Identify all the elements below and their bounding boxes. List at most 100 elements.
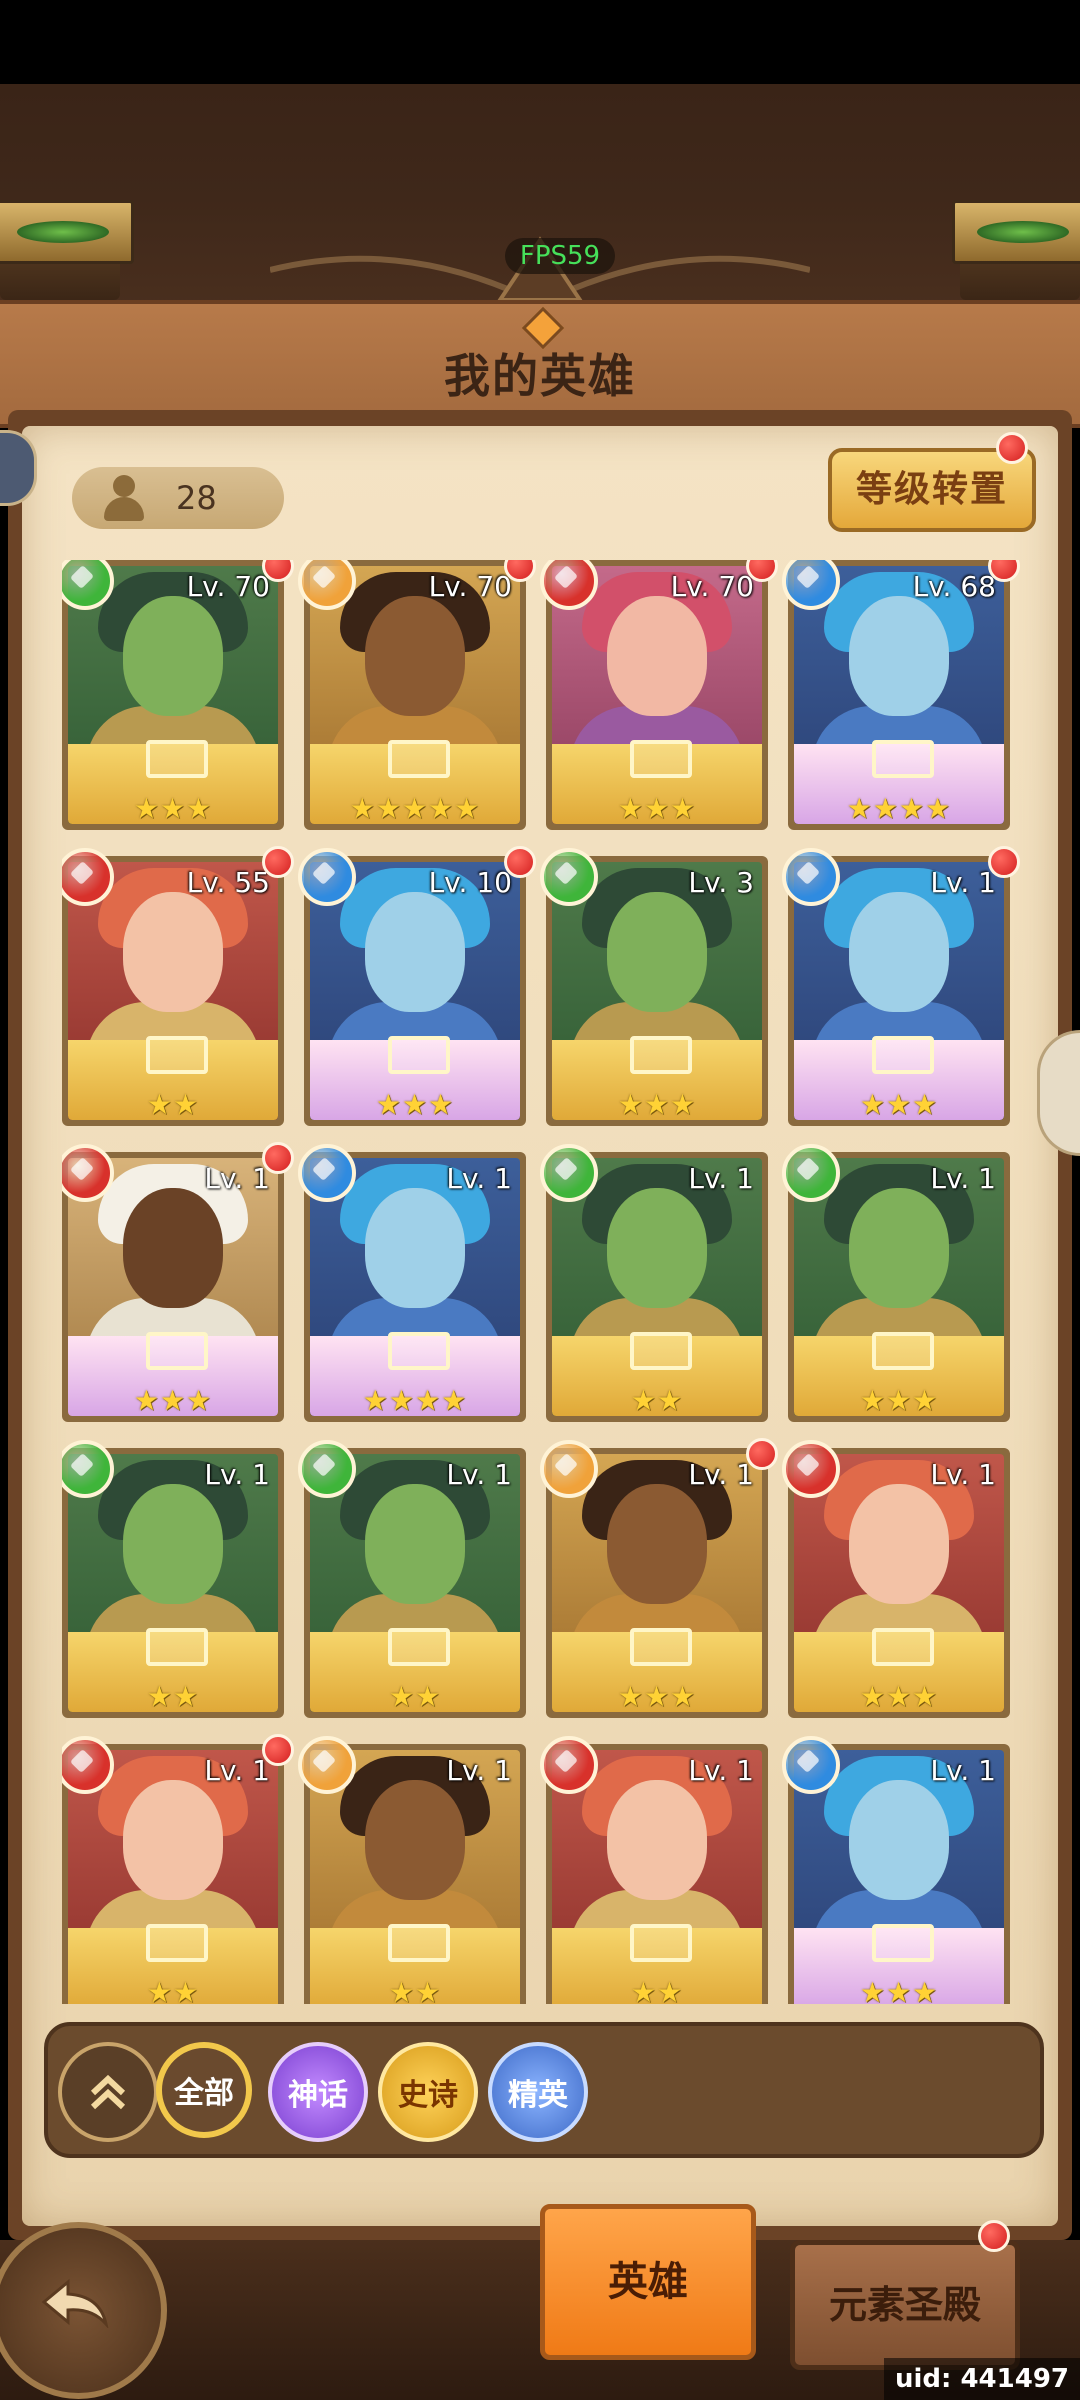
hero-card[interactable]: ★★ Lv. 1: [540, 1736, 768, 2004]
hero-stars: ★★: [630, 1976, 684, 2004]
rarity-emblem-icon: [388, 1924, 450, 1962]
element-glyph: [553, 1452, 579, 1478]
water-element-icon: [782, 1736, 840, 1794]
right-edge-tab[interactable]: [1037, 1030, 1080, 1156]
hero-face: [365, 1484, 465, 1604]
hero-face: [849, 596, 949, 716]
hero-card[interactable]: ★★★ Lv. 1: [62, 1142, 294, 1422]
notification-dot: [262, 1142, 294, 1174]
hero-card[interactable]: ★★★ Lv. 70: [62, 560, 294, 830]
wind-element-icon: [540, 1144, 598, 1202]
rarity-emblem-icon: [388, 740, 450, 778]
filter-mythic-button[interactable]: 神话: [268, 2042, 368, 2142]
hero-level: Lv. 1: [446, 1162, 512, 1195]
hero-level: Lv. 1: [688, 1754, 754, 1787]
hero-level: Lv. 70: [428, 570, 512, 603]
earth-element-icon: [298, 1736, 356, 1794]
hero-level: Lv. 3: [688, 866, 754, 899]
tab-hero[interactable]: 英雄: [540, 2204, 756, 2360]
hero-card[interactable]: ★★ Lv. 1: [62, 1734, 294, 2004]
hero-face: [849, 1484, 949, 1604]
hero-level: Lv. 1: [204, 1162, 270, 1195]
hero-card[interactable]: ★★★ Lv. 1: [782, 1736, 1010, 2004]
element-glyph: [69, 1452, 95, 1478]
hero-level: Lv. 68: [912, 570, 996, 603]
hero-face: [607, 1484, 707, 1604]
hero-card[interactable]: ★★★ Lv. 10: [298, 846, 536, 1126]
hero-face: [365, 1780, 465, 1900]
rarity-emblem-icon: [146, 1332, 208, 1370]
hero-level: Lv. 70: [670, 570, 754, 603]
hero-stars: ★★★: [375, 1088, 455, 1120]
hero-card[interactable]: ★★ Lv. 1: [298, 1440, 526, 1718]
hero-card[interactable]: ★★★ Lv. 1: [782, 846, 1020, 1126]
hero-face: [123, 892, 223, 1012]
element-glyph: [311, 1748, 337, 1774]
wind-element-icon: [298, 1440, 356, 1498]
notification-dot: [262, 846, 294, 878]
element-glyph: [553, 860, 579, 886]
hero-face: [607, 596, 707, 716]
water-element-icon: [298, 1144, 356, 1202]
hero-level: Lv. 1: [688, 1162, 754, 1195]
hero-count-pill: 28: [72, 467, 284, 529]
hero-level: Lv. 1: [688, 1458, 754, 1491]
tab-element-shrine[interactable]: 元素圣殿: [790, 2240, 1020, 2370]
hero-card[interactable]: ★★ Lv. 55: [62, 846, 294, 1126]
hero-level: Lv. 55: [186, 866, 270, 899]
hero-card[interactable]: ★★★ Lv. 3: [540, 848, 768, 1126]
hero-stars: ★★: [388, 1976, 442, 2004]
hero-stars: ★★★: [859, 1976, 939, 2004]
notification-dot: [746, 1438, 778, 1470]
hero-card[interactable]: ★★★ Lv. 1: [782, 1440, 1010, 1718]
hero-face: [849, 1780, 949, 1900]
rarity-emblem-icon: [872, 1628, 934, 1666]
hero-face: [607, 892, 707, 1012]
hero-card[interactable]: ★★★ Lv. 70: [540, 560, 778, 830]
hero-level: Lv. 1: [446, 1458, 512, 1491]
hero-face: [365, 1188, 465, 1308]
hero-stars: ★★★★: [362, 1384, 468, 1416]
hero-stars: ★★★: [859, 1384, 939, 1416]
hero-level: Lv. 1: [930, 1754, 996, 1787]
element-glyph: [69, 1748, 95, 1774]
notification-dot: [988, 846, 1020, 878]
hero-card[interactable]: ★★★ Lv. 1: [540, 1438, 778, 1718]
hero-level: Lv. 1: [930, 1162, 996, 1195]
element-glyph: [69, 860, 95, 886]
element-glyph: [795, 860, 821, 886]
collapse-button[interactable]: [58, 2042, 158, 2142]
filter-all-button[interactable]: 全部: [156, 2042, 252, 2138]
rarity-emblem-icon: [388, 1332, 450, 1370]
hero-stars: ★★★: [859, 1680, 939, 1712]
hero-card[interactable]: ★★ Lv. 1: [62, 1440, 284, 1718]
rarity-emblem-icon: [630, 1332, 692, 1370]
hero-card[interactable]: ★★★★ Lv. 68: [782, 560, 1020, 830]
element-glyph: [311, 1452, 337, 1478]
hero-face: [123, 596, 223, 716]
hero-card[interactable]: ★★ Lv. 1: [540, 1144, 768, 1422]
hero-face: [123, 1188, 223, 1308]
hero-stars: ★★★★: [846, 792, 952, 824]
hero-face: [607, 1780, 707, 1900]
hero-stars: ★★: [146, 1088, 200, 1120]
filter-elite-button[interactable]: 精英: [488, 2042, 588, 2142]
element-glyph: [795, 1748, 821, 1774]
filter-epic-button[interactable]: 史诗: [378, 2042, 478, 2142]
rarity-emblem-icon: [872, 1332, 934, 1370]
hero-card[interactable]: ★★★ Lv. 1: [782, 1144, 1010, 1422]
rarity-emblem-icon: [146, 1036, 208, 1074]
hero-face: [849, 892, 949, 1012]
right-pillar-decoration: [952, 200, 1080, 300]
hero-card[interactable]: ★★ Lv. 1: [298, 1736, 526, 2004]
hero-grid: ★★★ Lv. 70 ★★★★★ Lv. 70 ★★★ Lv. 70 ★★★★ Lv. 68 ★…: [62, 560, 1020, 2004]
hero-card[interactable]: ★★★★★ Lv. 70: [298, 560, 536, 830]
element-glyph: [311, 564, 337, 590]
element-glyph: [69, 1156, 95, 1182]
hero-card[interactable]: ★★★★ Lv. 1: [298, 1144, 526, 1422]
status-bar: [0, 0, 1080, 84]
hero-face: [607, 1188, 707, 1308]
notification-dot: [996, 432, 1028, 464]
wind-element-icon: [540, 848, 598, 906]
hero-level: Lv. 1: [930, 1458, 996, 1491]
